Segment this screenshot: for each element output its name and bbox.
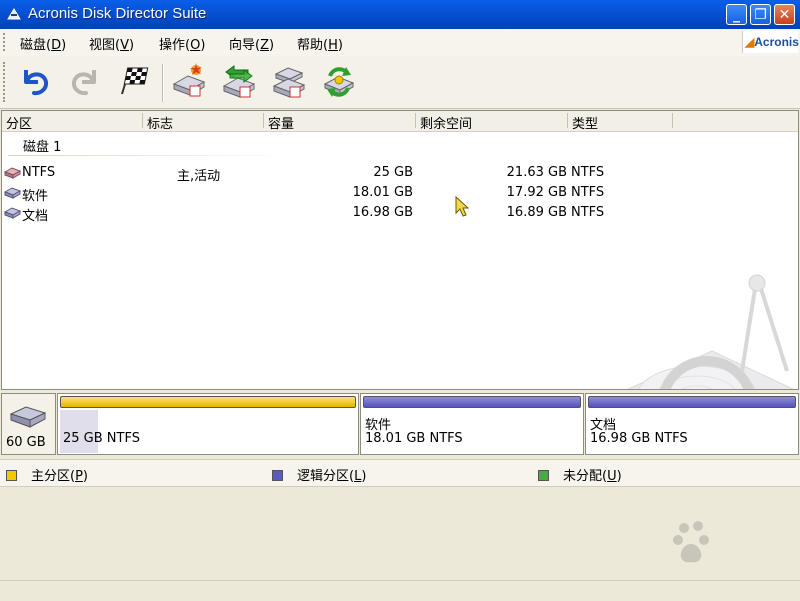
primary-partition-bar	[60, 396, 356, 408]
title-bar[interactable]: Acronis Disk Director Suite _ ❐ ✕	[0, 0, 800, 29]
partition-capacity: 25 GB	[373, 165, 413, 180]
column-header-row: 分区 标志 容量 剩余空间 类型	[2, 111, 798, 132]
move-partition-button[interactable]	[270, 62, 308, 100]
partition-name: 文档	[22, 209, 49, 224]
column-separator[interactable]	[567, 113, 568, 128]
maximize-button[interactable]: ❐	[750, 4, 771, 25]
column-type[interactable]: 类型	[572, 113, 598, 132]
logical-swatch-icon	[272, 470, 283, 481]
logical-partition-bar	[588, 396, 796, 408]
partition-legend: 主分区(P) 逻辑分区(L) 未分配(U)	[0, 459, 800, 487]
commit-flag-icon	[121, 67, 149, 95]
create-partition-icon	[172, 63, 206, 97]
disk-group-divider	[8, 155, 298, 156]
toolbar-grip[interactable]	[3, 62, 8, 102]
copy-partition-button[interactable]	[220, 62, 258, 100]
menu-view[interactable]: 视图(V)	[89, 34, 134, 53]
partition-free-space: 16.89 GB	[506, 205, 567, 220]
toolbar	[0, 56, 800, 109]
legend-logical-label: 逻辑分区(L)	[297, 469, 367, 484]
create-partition-button[interactable]	[170, 62, 208, 100]
partition-block-software[interactable]: 软件 18.01 GB NTFS	[360, 393, 584, 455]
partition-icon	[4, 207, 21, 219]
partition-block-ntfs[interactable]: 25 GB NTFS	[57, 393, 359, 455]
partition-icon	[4, 187, 21, 199]
partition-block-info: 25 GB NTFS	[63, 431, 140, 446]
window-title: Acronis Disk Director Suite	[28, 5, 207, 22]
logical-partition-bar	[363, 396, 581, 408]
primary-swatch-icon	[6, 470, 17, 481]
mouse-cursor-icon	[455, 196, 469, 217]
legend-logical[interactable]: 逻辑分区(L)	[272, 465, 366, 484]
column-free-space[interactable]: 剩余空间	[420, 113, 472, 132]
partition-capacity: 18.01 GB	[352, 185, 413, 200]
close-icon: ✕	[778, 7, 791, 23]
minimize-icon: _	[733, 7, 740, 23]
hard-drive-watermark-icon	[627, 274, 794, 389]
partition-free-space: 21.63 GB	[506, 165, 567, 180]
disk-summary[interactable]: 60 GB	[1, 393, 56, 455]
partition-free-space: 17.92 GB	[506, 185, 567, 200]
disk-size: 60 GB	[6, 435, 46, 450]
hard-disk-icon	[9, 406, 47, 428]
acronis-logo: ◢Acronis	[742, 31, 799, 53]
undo-icon	[24, 70, 49, 96]
partition-block-info: 18.01 GB NTFS	[365, 431, 463, 446]
partition-list-panel: 分区 标志 容量 剩余空间 类型 磁盘 1 NTFS 主,活动 25 GB 21…	[1, 110, 799, 390]
redo-button[interactable]	[66, 62, 104, 100]
commit-button[interactable]	[116, 62, 154, 100]
legend-primary-label: 主分区(P)	[31, 469, 88, 484]
undo-button[interactable]	[16, 62, 54, 100]
partition-icon	[4, 167, 21, 179]
legend-unallocated-label: 未分配(U)	[563, 469, 622, 484]
menu-bar: 磁盘(D) 视图(V) 操作(O) 向导(Z) 帮助(H)	[0, 29, 800, 57]
menu-help[interactable]: 帮助(H)	[297, 34, 343, 53]
maximize-icon: ❐	[754, 7, 767, 23]
recovery-button[interactable]	[320, 62, 358, 100]
column-separator[interactable]	[142, 113, 143, 128]
column-partition[interactable]: 分区	[6, 113, 32, 132]
minimize-button[interactable]: _	[726, 4, 747, 25]
partition-name: NTFS	[22, 165, 56, 180]
acronis-logo-icon: ◢	[745, 35, 755, 49]
redo-icon	[71, 70, 96, 96]
partition-type: NTFS	[571, 165, 605, 180]
menu-disk[interactable]: 磁盘(D)	[20, 34, 66, 53]
move-partition-icon	[272, 67, 306, 98]
menu-operations[interactable]: 操作(O)	[159, 34, 205, 53]
partition-type: NTFS	[571, 185, 605, 200]
table-row[interactable]: 文档 16.98 GB 16.89 GB NTFS	[2, 203, 798, 224]
column-flags[interactable]: 标志	[147, 113, 173, 132]
partition-block-documents[interactable]: 文档 16.98 GB NTFS	[585, 393, 799, 455]
disk-map: 60 GB 25 GB NTFS 软件 18.01 GB NTFS 文档 16.…	[1, 393, 799, 458]
disk-group-label[interactable]: 磁盘 1	[23, 136, 61, 155]
partition-capacity: 16.98 GB	[352, 205, 413, 220]
column-capacity[interactable]: 容量	[268, 113, 294, 132]
status-bar	[0, 580, 800, 601]
partition-block-info: 16.98 GB NTFS	[590, 431, 688, 446]
copy-partition-icon	[222, 65, 256, 98]
unallocated-swatch-icon	[538, 470, 549, 481]
partition-name: 软件	[22, 189, 49, 204]
recovery-icon	[323, 67, 355, 97]
table-row[interactable]: NTFS 主,活动 25 GB 21.63 GB NTFS	[2, 163, 798, 184]
table-row[interactable]: 软件 18.01 GB 17.92 GB NTFS	[2, 183, 798, 204]
menu-grip[interactable]	[3, 33, 8, 51]
legend-primary[interactable]: 主分区(P)	[6, 465, 88, 484]
legend-unallocated[interactable]: 未分配(U)	[538, 465, 622, 484]
partition-flags: 主,活动	[177, 169, 221, 184]
column-separator[interactable]	[672, 113, 673, 128]
column-separator[interactable]	[415, 113, 416, 128]
toolbar-separator	[162, 64, 164, 102]
partition-type: NTFS	[571, 205, 605, 220]
app-icon	[7, 8, 21, 20]
acronis-logo-text: Acronis	[754, 35, 799, 49]
menu-wizards[interactable]: 向导(Z)	[229, 34, 274, 53]
column-separator[interactable]	[263, 113, 264, 128]
close-button[interactable]: ✕	[774, 4, 795, 25]
